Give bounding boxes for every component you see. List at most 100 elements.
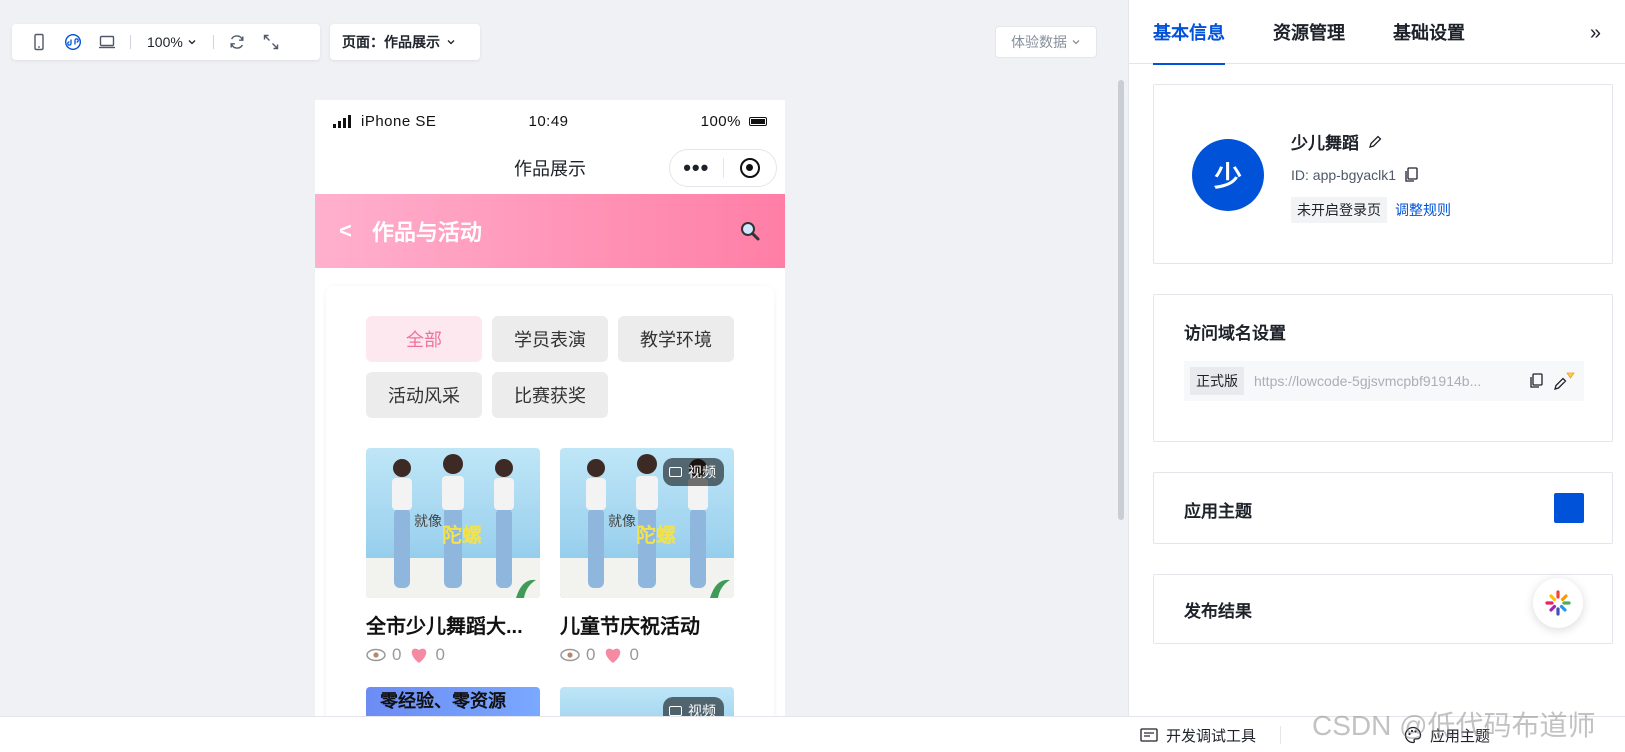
- thumb-text-left: 就像: [414, 513, 442, 529]
- heart-icon[interactable]: [409, 646, 429, 664]
- more-dots-icon: •••: [683, 155, 710, 180]
- app-id: ID: app-bgyaclk1: [1291, 167, 1418, 183]
- battery-percent: 100%: [700, 112, 741, 130]
- partial-item-text: 零经验、零资源: [380, 691, 506, 711]
- search-icon[interactable]: [739, 220, 761, 242]
- app-theme-title: 应用主题: [1184, 502, 1252, 521]
- thumb-text-left: 就像: [608, 513, 636, 529]
- filter-chip-activities[interactable]: 活动风采: [366, 372, 482, 418]
- video-badge-label: 视频: [688, 464, 716, 480]
- app-name: 少儿舞蹈: [1291, 129, 1383, 154]
- canvas-scrollbar[interactable]: [1118, 80, 1124, 520]
- avatar: 少: [1192, 139, 1264, 211]
- collapse-panel-icon[interactable]: »: [1590, 22, 1601, 45]
- devtools-icon: [1140, 728, 1158, 742]
- tab-resource-management[interactable]: 资源管理: [1273, 0, 1345, 64]
- header-title: 作品与活动: [371, 220, 482, 245]
- page-select-label: 页面：作品展示: [342, 34, 440, 50]
- toolbar-divider: [212, 35, 214, 49]
- chevron-down-icon: [188, 40, 196, 45]
- theme-color-swatch[interactable]: [1554, 493, 1584, 523]
- work-stats: 0 0: [560, 645, 734, 665]
- work-thumbnail: 就像 陀螺 视频: [560, 448, 734, 598]
- eye-icon: [560, 648, 580, 662]
- phone-preview: iPhone SE 10:49 100% 作品展示 ••• < 作品与活动 全部…: [315, 100, 785, 716]
- more-button[interactable]: •••: [670, 150, 723, 186]
- domain-row: 正式版 https://lowcode-5gjsvmcpbf91914b...: [1184, 361, 1584, 401]
- work-thumbnail-partial[interactable]: 视频: [560, 687, 734, 716]
- page-select[interactable]: 页面：作品展示: [330, 24, 480, 60]
- work-thumbnail-partial[interactable]: 零经验、零资源: [366, 687, 540, 716]
- filter-chip-environment[interactable]: 教学环境: [618, 316, 734, 362]
- like-count: 0: [629, 645, 639, 664]
- domain-url[interactable]: https://lowcode-5gjsvmcpbf91914b...: [1254, 373, 1522, 389]
- work-thumbnail: 就像 陀螺: [366, 448, 540, 598]
- publish-result-title: 发布结果: [1184, 602, 1252, 621]
- desktop-device-icon[interactable]: [90, 28, 124, 56]
- watermark: CSDN @低代码布道师: [1312, 710, 1596, 741]
- bottom-divider: [1280, 726, 1281, 744]
- like-count: 0: [435, 645, 445, 664]
- status-time: 10:49: [528, 112, 569, 130]
- tab-basic-info[interactable]: 基本信息: [1153, 0, 1225, 65]
- domain-settings-title: 访问域名设置: [1184, 324, 1286, 343]
- back-icon[interactable]: <: [339, 218, 352, 244]
- toolbar-divider: [130, 35, 131, 49]
- video-badge: 视频: [663, 458, 724, 486]
- target-icon: [739, 158, 760, 178]
- zoom-select[interactable]: 100%: [137, 34, 207, 50]
- view-count: 0: [392, 645, 402, 664]
- dev-tools-label: 开发调试工具: [1166, 727, 1257, 745]
- thumb-text-right: 陀螺: [442, 523, 482, 547]
- video-badge: 视频: [663, 697, 724, 716]
- miniprogram-device-icon[interactable]: [56, 28, 90, 56]
- dev-tools-button[interactable]: 开发调试工具: [1140, 717, 1256, 752]
- ai-assistant-icon: [1545, 590, 1571, 616]
- experience-data-label: 体验数据: [1011, 34, 1067, 50]
- thumb-text-right: 陀螺: [636, 523, 676, 547]
- page-header: < 作品与活动: [315, 194, 785, 268]
- device-name: iPhone SE: [361, 112, 437, 130]
- edit-premium-icon: [1554, 372, 1575, 390]
- signal-icon: [333, 114, 351, 128]
- filter-chips: 全部 学员表演 教学环境 活动风采 比赛获奖: [366, 316, 746, 418]
- refresh-icon[interactable]: [220, 28, 254, 56]
- view-count: 0: [586, 645, 596, 664]
- filter-chip-all[interactable]: 全部: [366, 316, 482, 362]
- login-status-tag: 未开启登录页: [1291, 197, 1387, 223]
- zoom-value: 100%: [147, 34, 183, 50]
- login-status-row: 未开启登录页 调整规则: [1291, 197, 1451, 223]
- list-item[interactable]: 就像 陀螺 全市少儿舞蹈大... 0 0: [366, 448, 540, 665]
- ai-assistant-button[interactable]: [1533, 578, 1583, 628]
- video-badge-label: 视频: [688, 703, 716, 716]
- list-item[interactable]: 就像 陀螺 视频 儿童节庆祝活动 0 0: [560, 448, 734, 665]
- experience-data-select[interactable]: 体验数据: [995, 26, 1097, 58]
- edit-icon[interactable]: [1367, 134, 1383, 150]
- menu-capsule: •••: [669, 149, 777, 187]
- app-id-text: ID: app-bgyaclk1: [1291, 167, 1397, 183]
- version-tag: 正式版: [1190, 367, 1244, 395]
- heart-icon[interactable]: [603, 646, 623, 664]
- status-bar: iPhone SE 10:49 100%: [315, 100, 785, 142]
- edit-domain-button[interactable]: [1550, 370, 1578, 392]
- filter-chip-awards[interactable]: 比赛获奖: [492, 372, 608, 418]
- copy-url-button[interactable]: [1522, 373, 1550, 389]
- domain-settings-card: 访问域名设置 正式版 https://lowcode-5gjsvmcpbf919…: [1153, 294, 1613, 442]
- mobile-device-icon[interactable]: [22, 28, 56, 56]
- battery-icon: [749, 116, 767, 126]
- close-miniprogram-button[interactable]: [724, 150, 777, 186]
- eye-icon: [366, 648, 386, 662]
- mini-navbar: 作品展示 •••: [315, 142, 785, 194]
- works-grid: 就像 陀螺 全市少儿舞蹈大... 0 0 就像 陀螺 视频 儿童节庆祝活动 0 …: [366, 448, 734, 665]
- app-theme-card: 应用主题: [1153, 472, 1613, 544]
- fullscreen-icon[interactable]: [254, 28, 288, 56]
- copy-icon[interactable]: [1404, 167, 1418, 183]
- works-card: 全部 学员表演 教学环境 活动风采 比赛获奖 就像 陀螺 全市少儿舞蹈大... …: [326, 286, 774, 716]
- adjust-rule-link[interactable]: 调整规则: [1395, 200, 1451, 220]
- work-title: 儿童节庆祝活动: [560, 616, 700, 638]
- canvas-area: 100% 页面：作品展示 体验数据 iPhone SE 10:49 100% 作…: [0, 0, 1128, 716]
- work-title: 全市少儿舞蹈大...: [366, 616, 523, 638]
- tab-basic-settings[interactable]: 基础设置: [1393, 0, 1465, 64]
- filter-chip-performance[interactable]: 学员表演: [492, 316, 608, 362]
- chevron-down-icon: [447, 40, 455, 45]
